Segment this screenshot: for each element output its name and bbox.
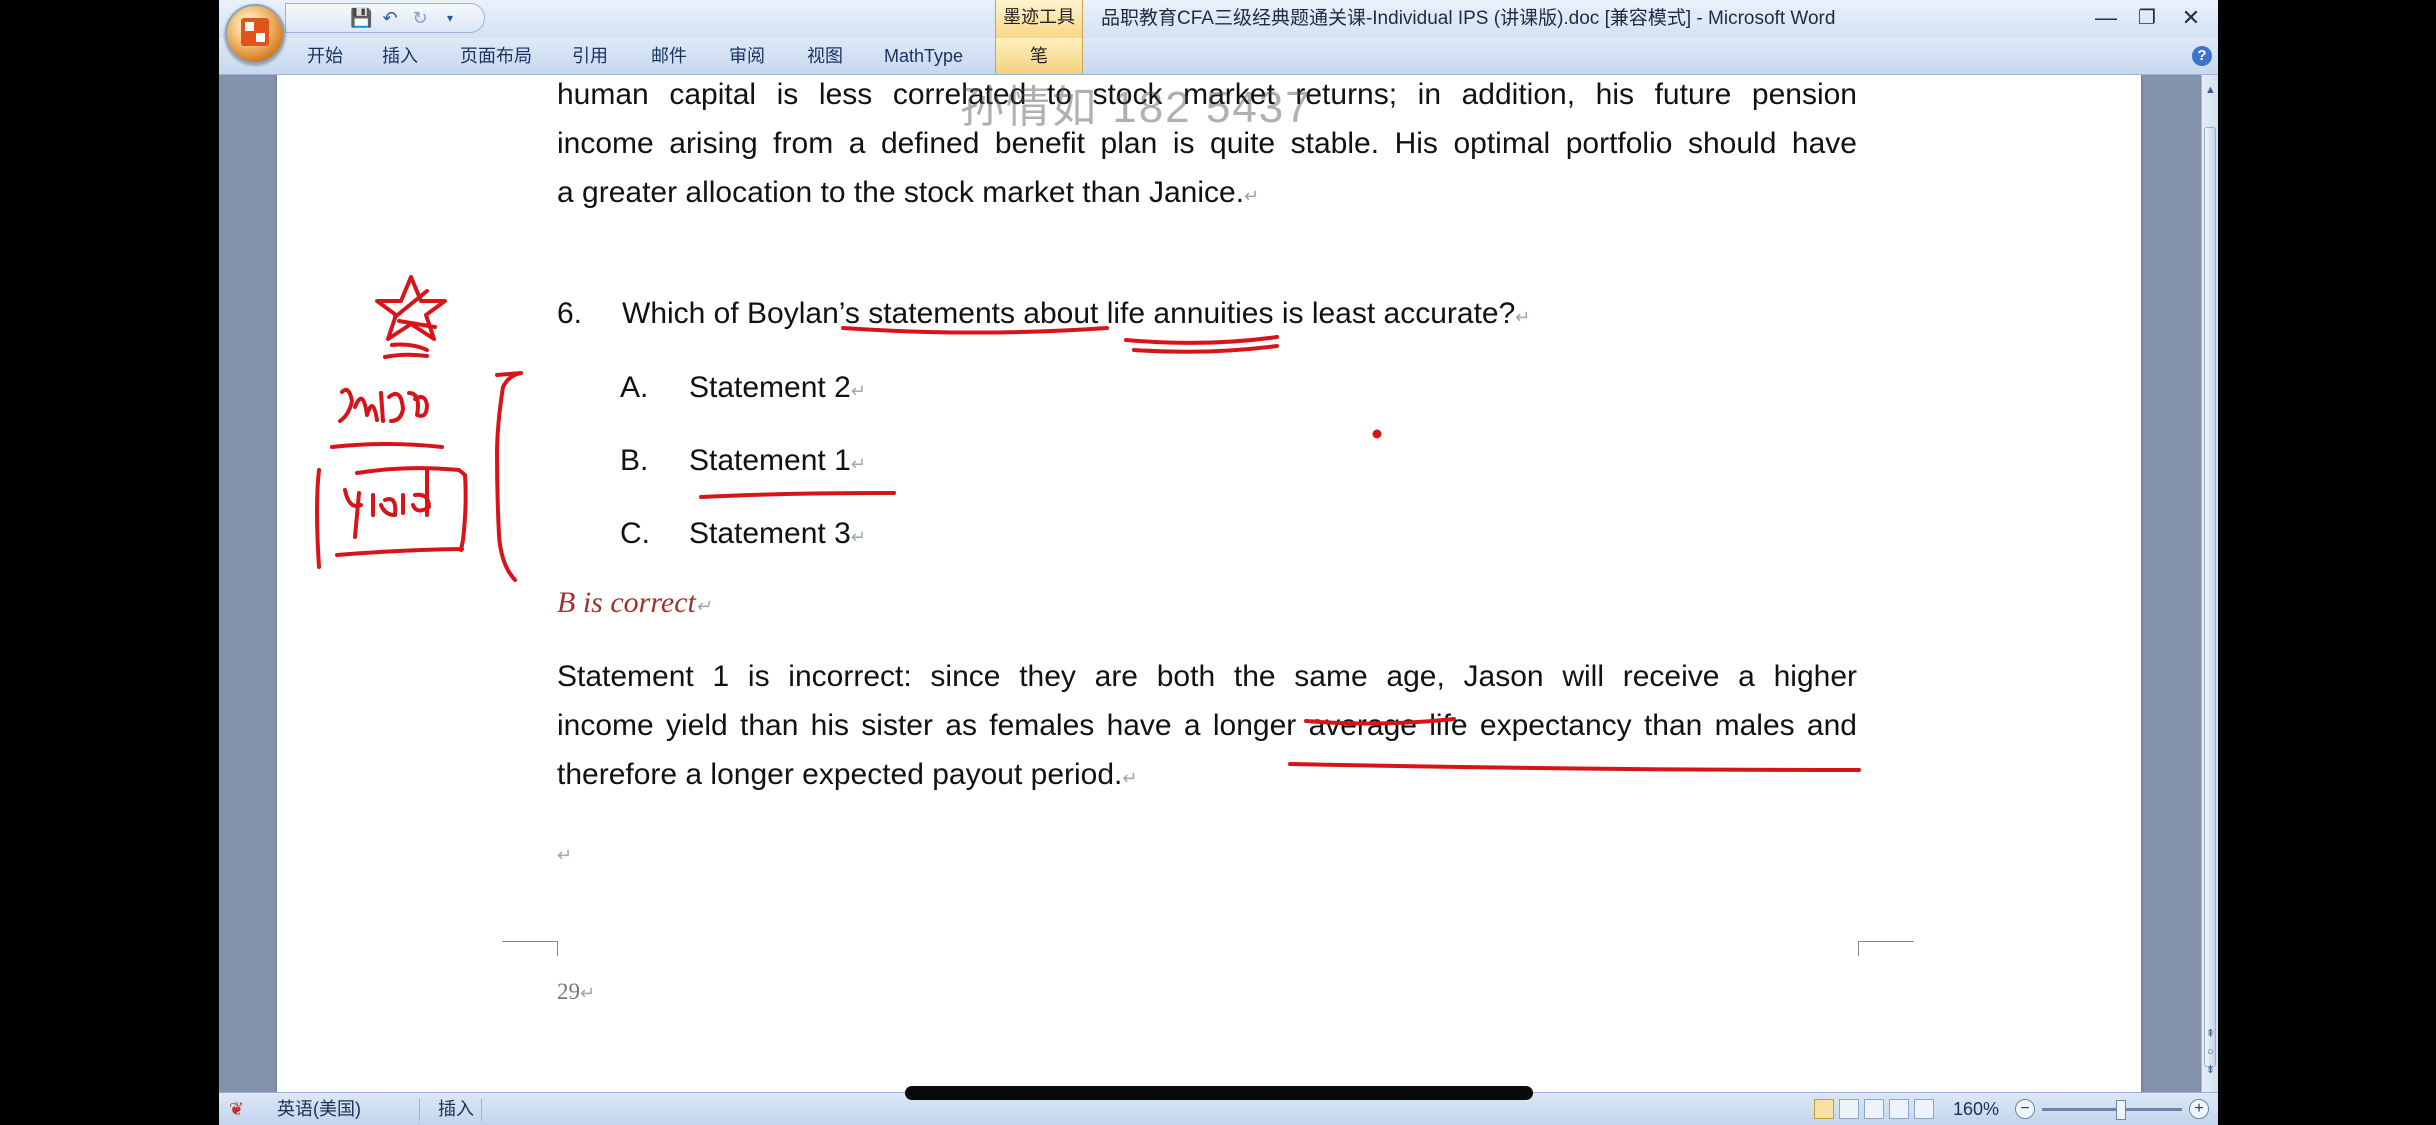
question-key-life-annuities: life annuities (1106, 297, 1274, 330)
customize-qat-icon[interactable]: ▾ (440, 8, 460, 28)
draft-view-icon[interactable] (1914, 1099, 1934, 1119)
paragraph-mark: ↵ (695, 596, 711, 616)
option-text: Statement 2↵ (689, 371, 866, 405)
option-c-text: Statement 3 (689, 517, 851, 550)
answer-text: B is correct (557, 586, 696, 619)
paragraph-mark: ↵ (850, 527, 866, 547)
margin-crop-mark (1858, 941, 1914, 956)
margin-crop-mark (502, 941, 558, 956)
title-bar: 💾 ↶ ↻ ▾ 墨迹工具 品职教育CFA三级经典题通关课-Individual … (219, 0, 2218, 39)
full-screen-reading-icon[interactable] (1839, 1099, 1859, 1119)
question-number: 6. (557, 297, 583, 330)
answer-label: B is correct↵ (557, 586, 711, 620)
language-indicator[interactable]: 英语(美国) (277, 1093, 361, 1125)
question-text: Which of Boylan’s statements about life … (622, 297, 1622, 331)
question-key-least-accurate: least accurate (1311, 297, 1499, 330)
ink-bracket (495, 371, 523, 582)
office-logo-icon (241, 18, 269, 46)
paragraph-mark: ↵ (850, 454, 866, 474)
empty-paragraph-mark: ↵ (557, 845, 573, 865)
tab-insert[interactable]: 插入 (382, 38, 418, 74)
outline-view-icon[interactable] (1889, 1099, 1909, 1119)
paragraph-mark: ↵ (1122, 768, 1138, 788)
office-button[interactable] (225, 4, 285, 64)
ink-star-underline (383, 342, 429, 359)
home-indicator[interactable] (905, 1086, 1533, 1100)
paragraph-mark: ↵ (1244, 186, 1260, 206)
save-icon[interactable]: 💾 (350, 8, 372, 28)
explanation-line-text: therefore a longer expected payout perio… (557, 758, 1123, 791)
option-a-text: Statement 2 (689, 371, 851, 404)
spelling-check-icon[interactable]: ❦ (229, 1093, 244, 1125)
tab-mailings[interactable]: 邮件 (651, 38, 687, 74)
web-layout-icon[interactable] (1864, 1099, 1884, 1119)
redo-icon[interactable]: ↻ (410, 8, 430, 28)
option-letter: C. (620, 517, 650, 550)
question-text-mid: is (1273, 297, 1312, 330)
page-number-text: 29 (557, 979, 580, 1004)
close-button[interactable]: ✕ (2159, 0, 2218, 36)
paragraph-line: a greater allocation to the stock market… (557, 176, 1857, 210)
scroll-thumb[interactable] (2204, 127, 2216, 1067)
status-separator (481, 1099, 482, 1121)
paragraph-mark: ↵ (580, 983, 596, 1003)
ink-english-word (343, 468, 431, 539)
document-page[interactable]: human capital is less correlated to stoc… (277, 75, 2141, 1092)
window-title: 品职教育CFA三级经典题通关课-Individual IPS (讲课版).doc… (1101, 8, 1836, 29)
explanation-line: Statement 1 is incorrect: since they are… (557, 660, 1857, 693)
scroll-up-icon[interactable]: ▲ (2203, 83, 2218, 97)
insert-mode-indicator[interactable]: 插入 (438, 1093, 474, 1125)
zoom-out-button[interactable]: − (2015, 1099, 2035, 1119)
tab-review[interactable]: 审阅 (729, 38, 765, 74)
explanation-line: income yield than his sister as females … (557, 709, 1857, 742)
zoom-level[interactable]: 160% (1953, 1093, 1999, 1125)
ink-annotations (315, 275, 1861, 772)
ink-box (335, 466, 468, 557)
help-icon[interactable]: ? (2192, 46, 2212, 66)
paragraph-mark: ↵ (1515, 307, 1531, 327)
option-letter: A. (620, 371, 649, 404)
option-text: Statement 3↵ (689, 517, 866, 551)
undo-icon[interactable]: ↶ (380, 8, 400, 28)
zoom-in-button[interactable]: + (2189, 1099, 2209, 1119)
ink-dot (1372, 429, 1382, 439)
option-text: Statement 1↵ (689, 444, 866, 478)
tab-page-layout[interactable]: 页面布局 (460, 38, 532, 74)
tab-view[interactable]: 视图 (807, 38, 843, 74)
word-window: 💾 ↶ ↻ ▾ 墨迹工具 品职教育CFA三级经典题通关课-Individual … (219, 0, 2218, 1125)
ink-tools-context-label: 墨迹工具 (995, 0, 1083, 38)
ribbon-tabs: 开始 插入 页面布局 引用 邮件 审阅 视图 MathType 笔 ? (219, 38, 2218, 75)
question-text-after: ? (1498, 297, 1516, 330)
ink-star-mark (393, 289, 437, 329)
next-page-icon[interactable]: ⇟ (2203, 1063, 2218, 1077)
browse-object-icon[interactable]: ○ (2203, 1045, 2218, 1059)
question-text-before: Which of Boylan’s statements about (622, 297, 1107, 330)
tab-references[interactable]: 引用 (572, 38, 608, 74)
option-b-text: Statement 1 (689, 444, 851, 477)
quick-access-toolbar: 💾 ↶ ↻ ▾ (285, 3, 485, 33)
tab-pen[interactable]: 笔 (995, 38, 1083, 74)
tab-home[interactable]: 开始 (307, 38, 343, 74)
ink-left-mark (315, 468, 321, 569)
explanation-line: therefore a longer expected payout perio… (557, 758, 1857, 792)
zoom-slider-track[interactable] (2042, 1108, 2182, 1111)
vertical-scrollbar[interactable]: ▲ ⇞ ○ ⇟ (2201, 75, 2218, 1092)
option-letter: B. (620, 444, 649, 477)
document-area: human capital is less correlated to stoc… (219, 75, 2201, 1092)
ink-underline-word (330, 442, 444, 449)
paragraph-mark: ↵ (850, 381, 866, 401)
ink-underline-least-accurate (1124, 335, 1279, 354)
zoom-slider-thumb[interactable] (2116, 1100, 2126, 1120)
paragraph-line-text: a greater allocation to the stock market… (557, 176, 1245, 209)
ink-underline-option-b (699, 491, 896, 499)
status-separator (419, 1099, 420, 1121)
ink-chinese-word (338, 387, 429, 423)
watermark: 孙情如 182 5437 (960, 83, 1312, 132)
print-layout-view-icon[interactable] (1814, 1099, 1834, 1119)
ink-star-icon (375, 275, 447, 341)
previous-page-icon[interactable]: ⇞ (2203, 1027, 2218, 1041)
tab-mathtype[interactable]: MathType (884, 38, 963, 74)
page-number: 29↵ (557, 979, 595, 1005)
